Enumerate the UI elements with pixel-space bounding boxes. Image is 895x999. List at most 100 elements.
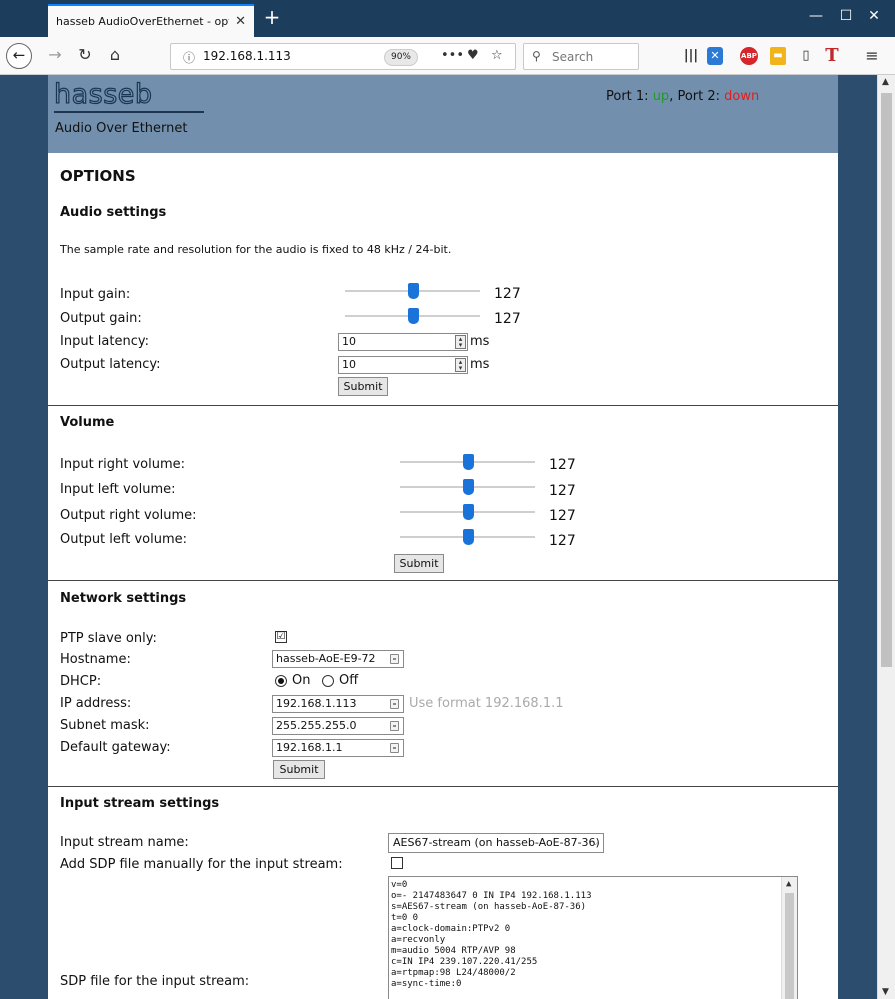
slider-thumb[interactable] xyxy=(462,479,474,495)
slider-thumb[interactable] xyxy=(407,308,419,324)
page-viewport: hasseb Audio Over Ethernet Port 1: up, P… xyxy=(0,75,895,999)
page-scrollbar[interactable]: ▲ ▼ xyxy=(877,75,895,999)
output-right-volume-slider[interactable] xyxy=(400,502,535,522)
logo-underline xyxy=(54,111,204,113)
autofill-icon xyxy=(390,743,399,753)
textarea-scrollbar[interactable]: ▲ xyxy=(781,877,797,999)
input-right-volume-slider[interactable] xyxy=(400,452,535,472)
sdp-line: a=clock-domain:PTPv2 0 xyxy=(391,924,511,934)
default-gateway-field[interactable]: 192.168.1.1 xyxy=(272,739,404,757)
hamburger-menu-icon[interactable]: ≡ xyxy=(862,47,882,65)
search-placeholder: Search xyxy=(552,50,594,64)
audio-submit-button[interactable]: Submit xyxy=(338,377,388,396)
port2-status: down xyxy=(724,89,760,104)
dhcp-off-radio[interactable] xyxy=(322,675,334,687)
scroll-up-icon[interactable]: ▲ xyxy=(882,77,889,87)
subnet-mask-label: Subnet mask: xyxy=(60,718,150,733)
port2-label: , Port 2: xyxy=(669,89,725,104)
autofill-icon xyxy=(390,721,399,731)
forward-icon[interactable]: → xyxy=(44,45,66,64)
browser-tab[interactable]: hasseb AudioOverEthernet - options ✕ xyxy=(48,4,254,37)
input-stream-selected: AES67-stream (on hasseb-AoE-87-36) xyxy=(393,836,600,849)
network-submit-button[interactable]: Submit xyxy=(273,760,325,779)
dhcp-off-label: Off xyxy=(339,673,359,688)
note-icon[interactable]: ▬ xyxy=(770,47,786,65)
input-latency-value: 10 xyxy=(342,335,356,348)
zoom-indicator[interactable]: 90% xyxy=(384,49,418,66)
volume-submit-button[interactable]: Submit xyxy=(394,554,444,573)
slider-thumb[interactable] xyxy=(462,529,474,545)
sdp-line: m=audio 5004 RTP/AVP 98 xyxy=(391,946,516,956)
ms-unit: ms xyxy=(470,334,490,349)
ptp-slave-label: PTP slave only: xyxy=(60,631,157,646)
sdp-line: c=IN IP4 239.107.220.41/255 xyxy=(391,957,538,967)
tab-title: hasseb AudioOverEthernet - options xyxy=(56,15,229,28)
maximize-icon[interactable]: ☐ xyxy=(836,8,856,24)
output-left-volume-slider[interactable] xyxy=(400,527,535,547)
input-left-volume-slider[interactable] xyxy=(400,477,535,497)
page-title: OPTIONS xyxy=(60,167,136,185)
input-gain-slider[interactable] xyxy=(345,281,480,301)
slider-thumb[interactable] xyxy=(407,283,419,299)
default-gateway-label: Default gateway: xyxy=(60,740,171,755)
input-stream-name-label: Input stream name: xyxy=(60,835,189,850)
browser-titlebar: hasseb AudioOverEthernet - options ✕ + —… xyxy=(0,0,895,37)
search-input[interactable]: ⚲ Search xyxy=(523,43,639,70)
browser-navbar: ← → ↻ ⌂ ⓘ 192.168.1.113 90% ••• ♥ ☆ ⚲ Se… xyxy=(0,37,895,75)
dhcp-label: DHCP: xyxy=(60,674,102,689)
spinner-icon[interactable]: ▴ ▾ xyxy=(455,335,466,349)
ptp-slave-checkbox[interactable]: ☑ xyxy=(275,631,287,643)
dhcp-on-radio[interactable] xyxy=(275,675,287,687)
library-icon[interactable]: ||| xyxy=(681,47,701,65)
window-close-icon[interactable]: ✕ xyxy=(864,8,884,24)
sdp-line: a=rtpmap:98 L24/48000/2 xyxy=(391,968,516,978)
sdp-line: v=0 xyxy=(391,880,408,890)
info-icon[interactable]: ⓘ xyxy=(183,49,195,66)
chevron-down-icon: ⌵ xyxy=(592,838,599,848)
slider-thumb[interactable] xyxy=(462,504,474,520)
bookmark-star-icon[interactable]: ☆ xyxy=(491,48,503,63)
output-gain-value: 127 xyxy=(494,311,521,327)
reload-icon[interactable]: ↻ xyxy=(74,45,96,64)
sidebar-icon[interactable]: ▯ xyxy=(796,47,816,65)
pocket-icon[interactable]: ♥ xyxy=(467,48,479,63)
sdp-line: a=recvonly xyxy=(391,935,446,945)
hostname-field[interactable]: hasseb-AoE-E9-72 xyxy=(272,650,404,668)
t-extension-icon[interactable]: T xyxy=(822,47,842,65)
close-icon[interactable]: ✕ xyxy=(235,14,246,29)
adblock-icon[interactable]: ABP xyxy=(740,47,758,65)
input-left-volume-value: 127 xyxy=(549,483,576,499)
scroll-down-icon[interactable]: ▼ xyxy=(882,987,889,997)
sdp-line: o=- 2147483647 0 IN IP4 192.168.1.113 xyxy=(391,891,592,901)
output-right-volume-label: Output right volume: xyxy=(60,508,197,523)
input-right-volume-label: Input right volume: xyxy=(60,457,186,472)
sdp-manual-checkbox[interactable] xyxy=(391,857,403,869)
scroll-up-icon[interactable]: ▲ xyxy=(786,879,791,890)
scroll-thumb[interactable] xyxy=(881,93,892,667)
slider-thumb[interactable] xyxy=(462,454,474,470)
extension-icon[interactable]: ✕ xyxy=(707,47,723,65)
output-left-volume-value: 127 xyxy=(549,533,576,549)
hostname-label: Hostname: xyxy=(60,652,131,667)
ms-unit: ms xyxy=(470,357,490,372)
subnet-mask-field[interactable]: 255.255.255.0 xyxy=(272,717,404,735)
input-latency-field[interactable]: 10 ▴ ▾ xyxy=(338,333,468,351)
url-bar[interactable]: ⓘ 192.168.1.113 90% ••• ♥ ☆ xyxy=(170,43,516,70)
page-actions-icon[interactable]: ••• xyxy=(441,48,464,63)
home-icon[interactable]: ⌂ xyxy=(104,45,126,64)
ip-address-field[interactable]: 192.168.1.113 xyxy=(272,695,404,713)
url-text[interactable]: 192.168.1.113 xyxy=(203,49,291,63)
spinner-icon[interactable]: ▴ ▾ xyxy=(455,358,466,372)
input-left-volume-label: Input left volume: xyxy=(60,482,176,497)
new-tab-button[interactable]: + xyxy=(262,4,282,32)
sdp-textarea[interactable]: v=0 o=- 2147483647 0 IN IP4 192.168.1.11… xyxy=(388,876,798,999)
audio-note: The sample rate and resolution for the a… xyxy=(60,243,452,256)
minimize-icon[interactable]: — xyxy=(806,8,826,24)
input-stream-select[interactable]: AES67-stream (on hasseb-AoE-87-36) ⌵ xyxy=(388,833,604,853)
sdp-line: t=0 0 xyxy=(391,913,419,923)
back-icon[interactable]: ← xyxy=(6,43,32,69)
audio-settings-heading: Audio settings xyxy=(60,205,167,220)
output-latency-field[interactable]: 10 ▴ ▾ xyxy=(338,356,468,374)
scroll-thumb[interactable] xyxy=(785,893,794,999)
output-gain-slider[interactable] xyxy=(345,306,480,326)
